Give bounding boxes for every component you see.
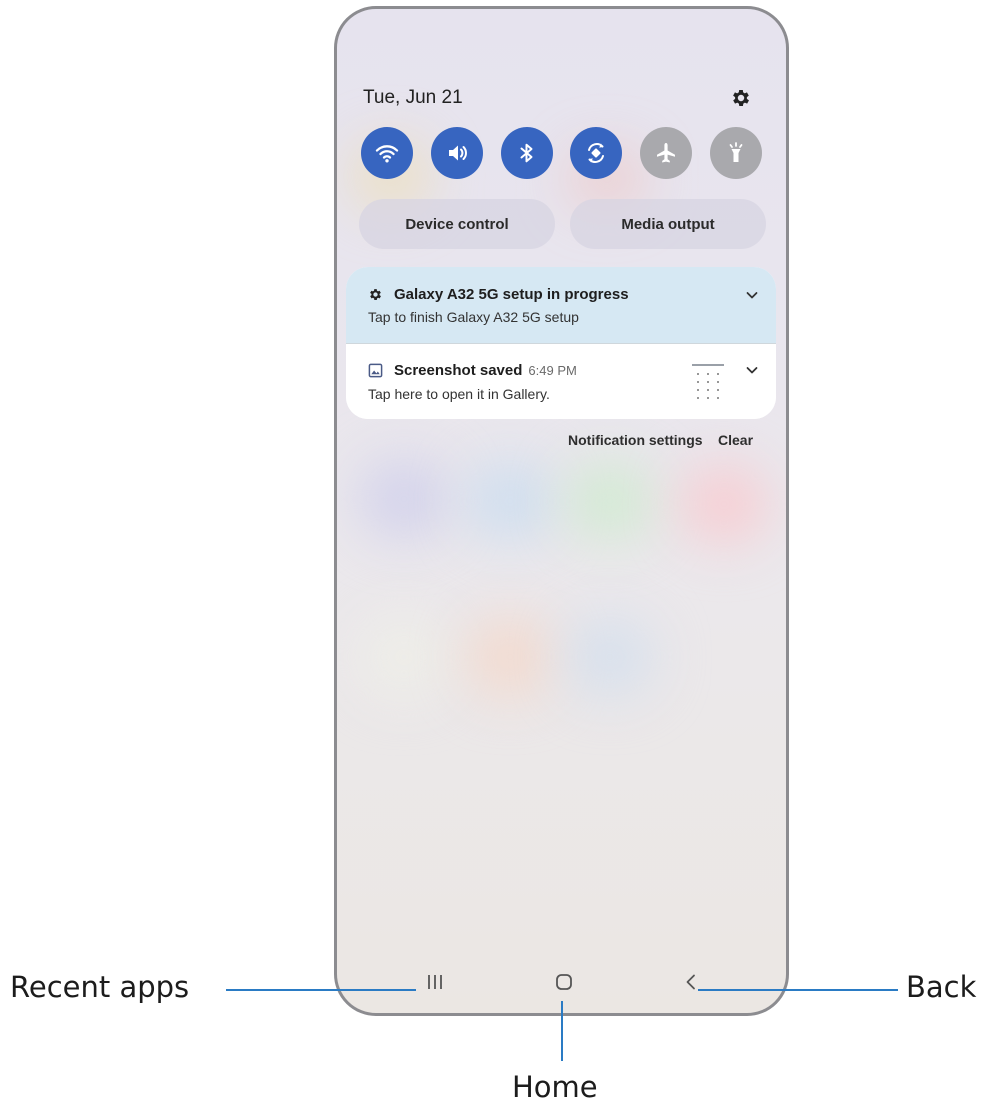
sound-toggle[interactable]	[431, 127, 483, 179]
wifi-toggle[interactable]	[361, 127, 413, 179]
screenshot-thumbnail	[688, 362, 728, 406]
wifi-icon	[375, 145, 399, 163]
home-callout: Home	[512, 1070, 598, 1104]
notification-title: Galaxy A32 5G setup in progress	[394, 286, 629, 303]
recent-apps-callout-line	[226, 989, 416, 991]
gear-icon	[370, 289, 381, 300]
media-output-label: Media output	[621, 215, 715, 233]
home-callout-line	[561, 1001, 563, 1061]
gear-icon[interactable]	[730, 87, 752, 109]
wallpaper-blur	[565, 617, 655, 697]
home-icon[interactable]	[554, 972, 574, 992]
notification-settings-link[interactable]: Notification settings	[568, 432, 703, 448]
recent-apps-icon[interactable]	[425, 972, 445, 992]
auto-rotate-icon	[588, 143, 604, 163]
notification-title-text: Screenshot saved	[394, 362, 523, 379]
volume-icon	[449, 145, 467, 161]
quick-settings-row	[361, 127, 766, 179]
wallpaper-blur	[465, 617, 555, 697]
bluetooth-toggle[interactable]	[501, 127, 553, 179]
panel-date: Tue, Jun 21	[363, 87, 463, 108]
airplane-toggle[interactable]	[640, 127, 692, 179]
back-callout-line	[698, 989, 898, 991]
recent-apps-callout: Recent apps	[10, 970, 190, 1004]
clear-button[interactable]: Clear	[718, 432, 753, 448]
wallpaper-blur	[465, 461, 555, 541]
wallpaper-blur	[359, 617, 449, 697]
wallpaper-blur	[359, 459, 449, 539]
chevron-down-icon[interactable]	[744, 362, 760, 378]
chevron-down-icon[interactable]	[744, 287, 760, 303]
media-output-button[interactable]: Media output	[570, 199, 766, 249]
notification-body: Tap here to open it in Gallery.	[368, 386, 550, 402]
airplane-icon	[657, 143, 675, 163]
wallpaper-blur	[679, 464, 769, 544]
back-callout: Back	[906, 970, 977, 1004]
notification-time: 6:49 PM	[528, 363, 577, 378]
wallpaper-blur	[565, 461, 655, 541]
device-control-label: Device control	[405, 215, 509, 233]
image-icon	[368, 363, 383, 378]
flashlight-icon	[729, 142, 743, 162]
phone-frame: Tue, Jun 21 Device control Media output …	[334, 6, 789, 1016]
setup-notification[interactable]: Galaxy A32 5G setup in progress Tap to f…	[346, 267, 776, 343]
bluetooth-icon	[520, 143, 533, 163]
flashlight-toggle[interactable]	[710, 127, 762, 179]
auto-rotate-toggle[interactable]	[570, 127, 622, 179]
notification-title: Screenshot saved 6:49 PM	[394, 362, 577, 379]
notification-card: Galaxy A32 5G setup in progress Tap to f…	[346, 267, 776, 419]
screenshot-notification[interactable]: Screenshot saved 6:49 PM Tap here to open…	[346, 343, 776, 419]
device-control-button[interactable]: Device control	[359, 199, 555, 249]
notification-body: Tap to finish Galaxy A32 5G setup	[368, 309, 579, 325]
